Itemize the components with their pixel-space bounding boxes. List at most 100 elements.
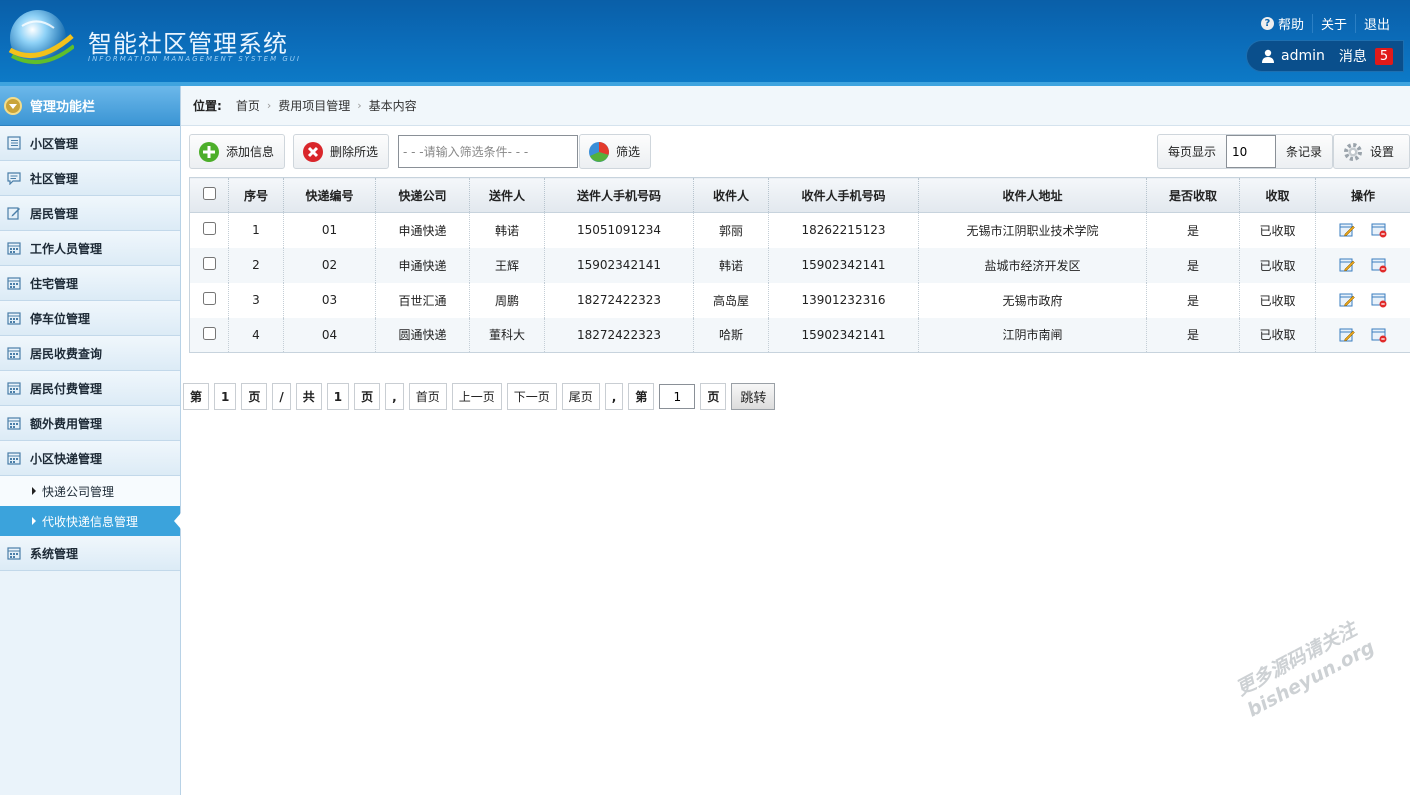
collapse-arrow-icon	[4, 96, 22, 115]
table-cell: 郭丽	[693, 212, 769, 248]
delete-icon[interactable]	[1371, 292, 1387, 308]
last-page-button[interactable]: 尾页	[561, 383, 600, 410]
breadcrumb-fee-project[interactable]: 费用项目管理	[278, 97, 350, 114]
chevron-right-icon: ›	[357, 99, 362, 112]
first-page-button[interactable]: 首页	[408, 383, 447, 410]
sidebar-subitem-express-info[interactable]: 代收快递信息管理	[0, 506, 181, 536]
sidebar-item-district[interactable]: 社区管理	[0, 161, 180, 196]
breadcrumb-current: 基本内容	[368, 99, 417, 113]
table-cell: 18272422323	[544, 317, 694, 353]
calendar-icon	[7, 452, 21, 465]
pager-text: ,	[385, 383, 404, 410]
messages-link[interactable]: 消息	[1339, 46, 1367, 66]
prev-page-button[interactable]: 上一页	[451, 383, 502, 410]
breadcrumb-home[interactable]: 首页	[236, 97, 260, 114]
table-cell: 是	[1146, 282, 1240, 318]
table-cell: 是	[1146, 247, 1240, 283]
jump-page-input[interactable]	[659, 384, 696, 409]
filter-input[interactable]	[398, 135, 578, 168]
jump-button[interactable]: 跳转	[731, 383, 776, 410]
table-cell: 百世汇通	[375, 282, 470, 318]
row-select-cell	[190, 283, 229, 318]
sidebar-subitem-express-company[interactable]: 快递公司管理	[0, 476, 180, 506]
logout-link[interactable]: 退出	[1354, 14, 1398, 33]
column-header[interactable]: 是否收取	[1146, 177, 1240, 213]
sidebar-item-community[interactable]: 小区管理	[0, 126, 180, 161]
sidebar-item-staff[interactable]: 工作人员管理	[0, 231, 180, 266]
select-all-cell	[189, 177, 229, 213]
per-page-input[interactable]	[1226, 135, 1277, 168]
table-cell: 18272422323	[544, 282, 694, 318]
pager-text: 页	[241, 383, 268, 410]
table-cell: 15902342141	[768, 247, 919, 283]
help-link[interactable]: ? 帮助	[1253, 14, 1312, 33]
delete-icon[interactable]	[1371, 327, 1387, 343]
sidebar-item-residents[interactable]: 居民管理	[0, 196, 180, 231]
table-cell: 01	[283, 212, 376, 248]
about-label: 关于	[1320, 18, 1347, 33]
logout-label: 退出	[1363, 18, 1390, 33]
pager-text: 第	[183, 383, 210, 410]
column-header[interactable]: 快递公司	[375, 177, 470, 213]
sidebar-item-housing[interactable]: 住宅管理	[0, 266, 180, 301]
pagination: 第 1 页 / 共 1 页 , 首页 上一页 下一页 尾页 , 第 页 跳转	[183, 383, 776, 410]
table-cell: 申通快递	[375, 212, 470, 248]
column-header[interactable]: 收件人手机号码	[768, 177, 919, 213]
column-header[interactable]: 序号	[228, 177, 284, 213]
pager-text: 第	[628, 383, 655, 410]
express-table: 序号 快递编号 快递公司 送件人 送件人手机号码 收件人 收件人手机号码 收件人…	[189, 177, 1410, 353]
about-link[interactable]: 关于	[1311, 14, 1355, 33]
next-page-button[interactable]: 下一页	[506, 383, 557, 410]
calendar-icon	[7, 547, 21, 560]
message-count-badge[interactable]: 5	[1374, 47, 1394, 65]
delete-selected-button[interactable]: 删除所选	[293, 134, 390, 169]
column-header[interactable]: 收件人地址	[918, 177, 1147, 213]
sidebar-item-label: 工作人员管理	[30, 241, 103, 256]
calendar-icon	[7, 277, 21, 290]
sidebar-item-payment[interactable]: 居民付费管理	[0, 371, 180, 406]
filter-button-label: 筛选	[616, 145, 641, 159]
sidebar-item-extra-fees[interactable]: 额外费用管理	[0, 406, 180, 441]
edit-icon[interactable]	[1339, 327, 1355, 343]
filter-button[interactable]: 筛选	[579, 134, 652, 169]
column-header[interactable]: 送件人手机号码	[544, 177, 694, 213]
row-actions	[1315, 317, 1410, 353]
select-all-checkbox[interactable]	[202, 187, 216, 200]
edit-icon[interactable]	[1339, 222, 1355, 238]
table-cell: 18262215123	[768, 212, 919, 248]
table-cell: 王辉	[469, 247, 545, 283]
table-cell: 已收取	[1239, 317, 1316, 353]
row-checkbox[interactable]	[202, 257, 216, 270]
sidebar-item-express[interactable]: 小区快递管理	[0, 441, 180, 476]
username[interactable]: admin	[1281, 48, 1325, 64]
settings-button[interactable]: 设置	[1333, 134, 1410, 169]
edit-icon[interactable]	[1339, 257, 1355, 273]
column-header[interactable]: 快递编号	[283, 177, 376, 213]
sidebar-heading[interactable]: 管理功能栏	[0, 86, 180, 126]
pager-text: 页	[700, 383, 727, 410]
user-bar: admin 消息 5	[1246, 40, 1404, 72]
delete-icon[interactable]	[1371, 222, 1387, 238]
column-header[interactable]: 收取	[1239, 177, 1316, 213]
table-row: 4 04 圆通快递 董科大 18272422323 哈斯 15902342141…	[189, 317, 1410, 353]
table-cell: 已收取	[1239, 282, 1316, 318]
sidebar-item-fee-query[interactable]: 居民收费查询	[0, 336, 180, 371]
sidebar-item-label: 社区管理	[30, 171, 79, 186]
table-cell: 江阴市南闸	[918, 317, 1147, 353]
column-header[interactable]: 收件人	[693, 177, 769, 213]
edit-icon[interactable]	[1339, 292, 1355, 308]
sidebar-item-parking[interactable]: 停车位管理	[0, 301, 180, 336]
column-header[interactable]: 送件人	[469, 177, 545, 213]
sidebar-item-label: 小区管理	[30, 136, 79, 151]
sidebar-item-system[interactable]: 系统管理	[0, 536, 180, 571]
sidebar-item-label: 停车位管理	[30, 311, 91, 326]
row-checkbox[interactable]	[202, 292, 216, 305]
row-checkbox[interactable]	[202, 222, 216, 236]
sidebar: 管理功能栏 小区管理 社区管理 居民管理 工作人员管理 住宅管理 停车位管理 居…	[0, 86, 181, 795]
add-button[interactable]: 添加信息	[189, 134, 286, 169]
table-cell: 1	[228, 212, 284, 248]
sidebar-item-label: 小区快递管理	[30, 451, 103, 466]
table-cell: 15051091234	[544, 212, 694, 248]
row-checkbox[interactable]	[202, 326, 216, 340]
delete-icon[interactable]	[1371, 257, 1387, 273]
